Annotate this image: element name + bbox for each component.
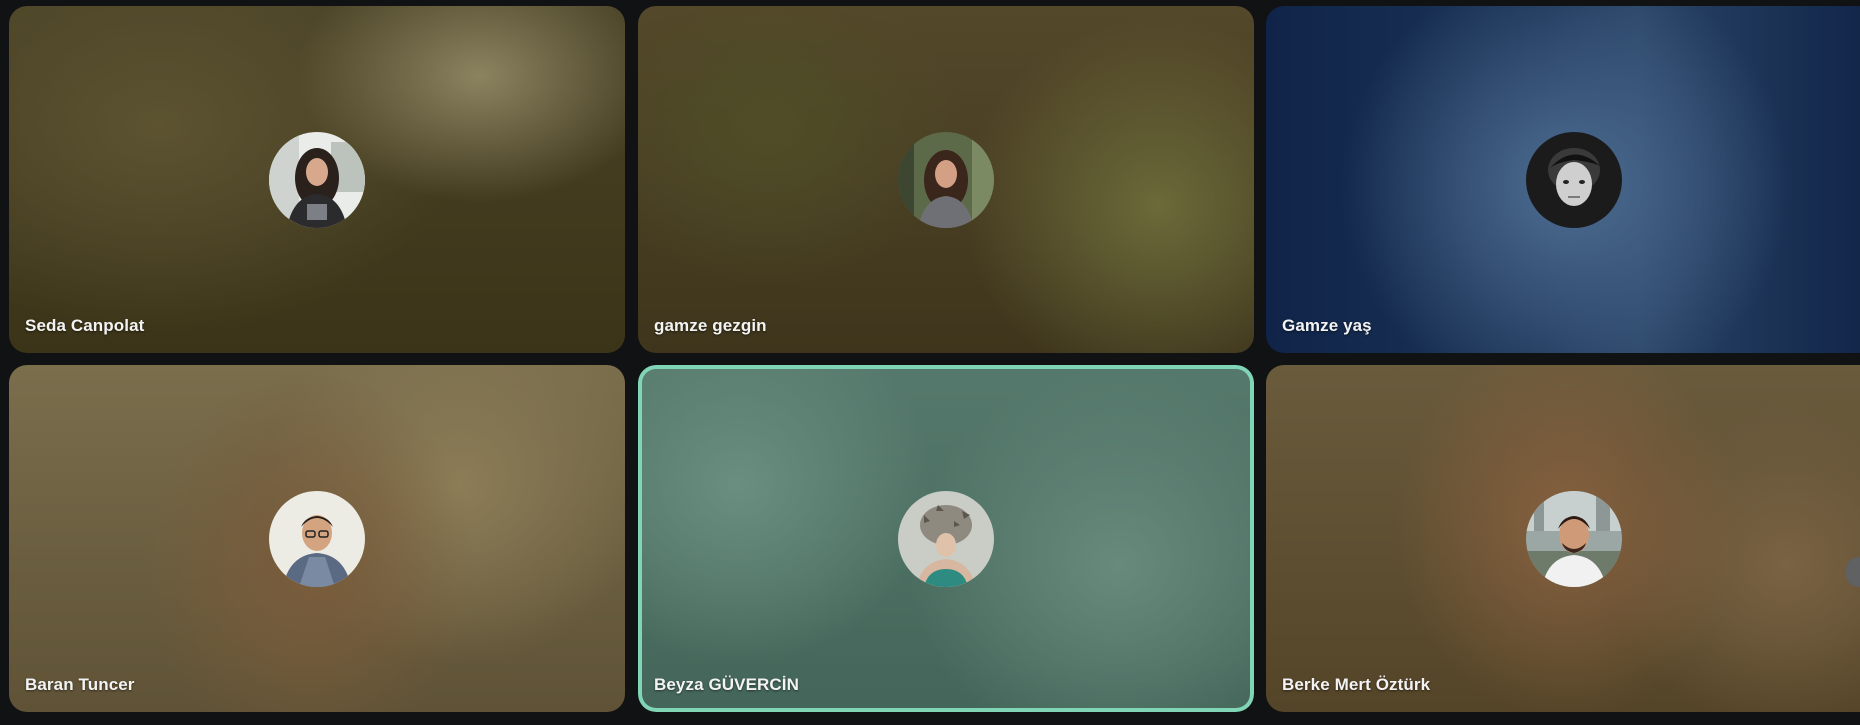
participant-tile-baran-tuncer[interactable]: Baran Tuncer	[9, 365, 625, 712]
participant-name: Beyza GÜVERCİN	[654, 675, 799, 694]
participant-tile-berke-mert-ozturk[interactable]: Berke Mert Öztürk	[1266, 365, 1860, 712]
participant-name: gamze gezgin	[654, 316, 767, 335]
participant-tile-gamze-yas[interactable]: Gamze yaş	[1266, 6, 1860, 353]
participant-tile-beyza-guvercin[interactable]: Beyza GÜVERCİN	[638, 365, 1254, 712]
participant-name: Gamze yaş	[1282, 316, 1372, 335]
avatar	[269, 132, 365, 228]
avatar	[1526, 132, 1622, 228]
avatar	[269, 491, 365, 587]
participant-name: Seda Canpolat	[25, 316, 145, 335]
participant-tile-gamze-gezgin[interactable]: gamze gezgin	[638, 6, 1254, 353]
participant-name: Baran Tuncer	[25, 675, 135, 694]
participant-name: Berke Mert Öztürk	[1282, 675, 1431, 694]
avatar	[1526, 491, 1622, 587]
avatar	[898, 491, 994, 587]
avatar	[898, 132, 994, 228]
participant-tile-seda-canpolat[interactable]: Seda Canpolat	[9, 6, 625, 353]
